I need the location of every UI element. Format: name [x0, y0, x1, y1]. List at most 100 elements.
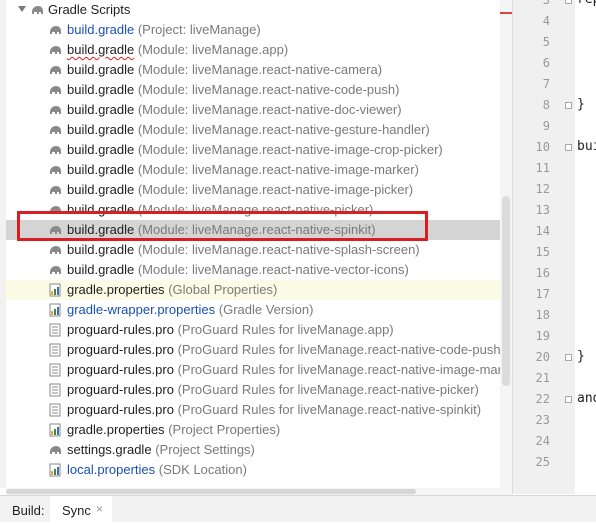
tree-row-label: build.gradle (Module: liveManage.react-n… [67, 100, 402, 120]
file-description: (ProGuard Rules for liveManage.react-nat… [177, 402, 482, 417]
vertical-scrollbar[interactable] [500, 0, 512, 488]
tree-row-label: build.gradle (Module: liveManage.react-n… [67, 160, 419, 180]
fold-marker-icon[interactable] [565, 354, 572, 361]
file-name: build.gradle [67, 102, 135, 117]
tree-row-file[interactable]: build.gradle (Project: liveManage) [6, 20, 512, 40]
tree-row-file[interactable]: build.gradle (Module: liveManage.react-n… [6, 60, 512, 80]
gradle-elephant-icon [50, 186, 61, 194]
gradle-elephant-icon [50, 106, 61, 114]
properties-file-icon [49, 423, 61, 437]
gradle-elephant-icon [50, 46, 61, 54]
file-name: build.gradle [67, 62, 135, 77]
gradle-elephant-icon [50, 86, 61, 94]
fold-marker-icon[interactable] [565, 0, 572, 4]
file-name: proguard-rules.pro [67, 382, 174, 397]
horizontal-scrollbar[interactable] [6, 488, 512, 495]
fold-marker-icon[interactable] [565, 102, 572, 109]
code-line[interactable]: and [577, 389, 596, 409]
tree-row-file[interactable]: gradle-wrapper.properties (Gradle Versio… [6, 300, 512, 320]
gradle-elephant-icon [50, 166, 61, 174]
tree-row-label: proguard-rules.pro (ProGuard Rules for l… [67, 380, 479, 400]
file-name: build.gradle [67, 262, 135, 277]
tab-sync[interactable]: Sync × [50, 496, 112, 524]
fold-marker-icon[interactable] [565, 396, 572, 403]
file-name: build.gradle [67, 22, 135, 37]
tree-row-label: settings.gradle (Project Settings) [67, 440, 255, 460]
gradle-elephant-icon [32, 6, 43, 14]
build-label: Build: [12, 503, 45, 518]
file-name: build.gradle [67, 122, 135, 137]
tree-row-label: build.gradle (Module: liveManage.react-n… [67, 140, 443, 160]
tree-row-label: gradle-wrapper.properties (Gradle Versio… [67, 300, 313, 320]
tree-row-label: build.gradle (Project: liveManage) [67, 20, 261, 40]
tree-row-file[interactable]: local.properties (SDK Location) [6, 460, 512, 480]
tree-row-label: proguard-rules.pro (ProGuard Rules for l… [67, 400, 481, 420]
tree-row-label: build.gradle (Module: liveManage.react-n… [67, 80, 399, 100]
tree-row-file[interactable]: build.gradle (Module: liveManage.react-n… [6, 200, 512, 220]
tree-row-label: build.gradle (Module: liveManage.react-n… [67, 220, 376, 240]
tree-row-file[interactable]: proguard-rules.pro (ProGuard Rules for l… [6, 400, 512, 420]
line-number: 12 [535, 182, 550, 196]
tree-row-file[interactable]: settings.gradle (Project Settings) [6, 440, 512, 460]
file-description: (Module: liveManage.react-native-vector-… [137, 262, 409, 277]
tree-row-file[interactable]: build.gradle (Module: liveManage.react-n… [6, 180, 512, 200]
chevron-down-icon[interactable] [18, 6, 26, 12]
tree-row-file[interactable]: build.gradle (Module: liveManage.react-n… [6, 220, 512, 240]
tree-row-file[interactable]: build.gradle (Module: liveManage.react-n… [6, 140, 512, 160]
file-description: (Module: liveManage.react-native-image-m… [137, 162, 419, 177]
code-line[interactable]: bui [577, 137, 596, 157]
tree-row-label: gradle.properties (Project Properties) [67, 420, 280, 440]
file-description: (Project Settings) [155, 442, 255, 457]
tree-row-label: build.gradle (Module: liveManage.react-n… [67, 60, 382, 80]
file-description: (Module: liveManage.app) [137, 42, 289, 57]
tree-row-file[interactable]: proguard-rules.pro (ProGuard Rules for l… [6, 360, 512, 380]
tree-row-file[interactable]: build.gradle (Module: liveManage.react-n… [6, 80, 512, 100]
line-number: 24 [535, 434, 550, 448]
tree-row-file[interactable]: build.gradle (Module: liveManage.app) [6, 40, 512, 60]
text-file-icon [49, 363, 61, 377]
text-file-icon [49, 383, 61, 397]
line-number: 25 [535, 455, 550, 469]
close-icon[interactable]: × [96, 502, 103, 516]
line-number: 9 [542, 119, 550, 133]
file-name: build.gradle [67, 222, 135, 237]
tree-row-file[interactable]: build.gradle (Module: liveManage.react-n… [6, 240, 512, 260]
tree-row-file[interactable]: proguard-rules.pro (ProGuard Rules for l… [6, 380, 512, 400]
file-description: (Module: liveManage.react-native-doc-vie… [137, 102, 402, 117]
properties-file-icon [49, 463, 61, 477]
file-name: proguard-rules.pro [67, 342, 174, 357]
tree-row-file[interactable]: gradle.properties (Global Properties) [6, 280, 512, 300]
text-file-icon [49, 343, 61, 357]
code-line[interactable]: rep [577, 0, 596, 10]
file-name: gradle.properties [67, 282, 165, 297]
tree-row-label: build.gradle (Module: liveManage.react-n… [67, 200, 373, 220]
gradle-elephant-icon [50, 246, 61, 254]
code-line[interactable]: } [577, 95, 585, 115]
horizontal-scrollbar-thumb[interactable] [6, 489, 416, 494]
tree-row-file[interactable]: build.gradle (Module: liveManage.react-n… [6, 100, 512, 120]
tree-row-label: build.gradle (Module: liveManage.react-n… [67, 120, 430, 140]
tree-row-file[interactable]: build.gradle (Module: liveManage.react-n… [6, 120, 512, 140]
gradle-elephant-icon [50, 226, 61, 234]
file-description: (SDK Location) [158, 462, 247, 477]
tree-row-file[interactable]: build.gradle (Module: liveManage.react-n… [6, 160, 512, 180]
tree-row-file[interactable]: proguard-rules.pro (ProGuard Rules for l… [6, 340, 512, 360]
line-number: 19 [535, 329, 550, 343]
file-name: gradle.properties [67, 422, 165, 437]
file-name: build.gradle [67, 42, 135, 57]
line-number: 21 [535, 371, 550, 385]
file-description: (Module: liveManage.react-native-camera) [137, 62, 383, 77]
code-editor[interactable]: 3 rep 4 5 6 7 8} 9 10 bui 11 12 13 14 15 16 17 18 19 20} 21 2… [512, 0, 596, 494]
code-line[interactable]: } [577, 347, 585, 367]
tree-row-label: local.properties (SDK Location) [67, 460, 247, 480]
line-number: 18 [535, 308, 550, 322]
fold-marker-icon[interactable] [565, 144, 572, 151]
bottom-tool-bar: Build: Sync × [0, 495, 596, 524]
tree-row-label: gradle.properties (Global Properties) [67, 280, 277, 300]
tree-row-gradle-scripts[interactable]: Gradle Scripts [6, 0, 512, 20]
vertical-scrollbar-thumb[interactable] [502, 196, 510, 386]
tree-row-file[interactable]: proguard-rules.pro (ProGuard Rules for l… [6, 320, 512, 340]
tree-row-label: build.gradle (Module: liveManage.react-n… [67, 180, 413, 200]
tree-row-file[interactable]: gradle.properties (Project Properties) [6, 420, 512, 440]
tree-row-file[interactable]: build.gradle (Module: liveManage.react-n… [6, 260, 512, 280]
